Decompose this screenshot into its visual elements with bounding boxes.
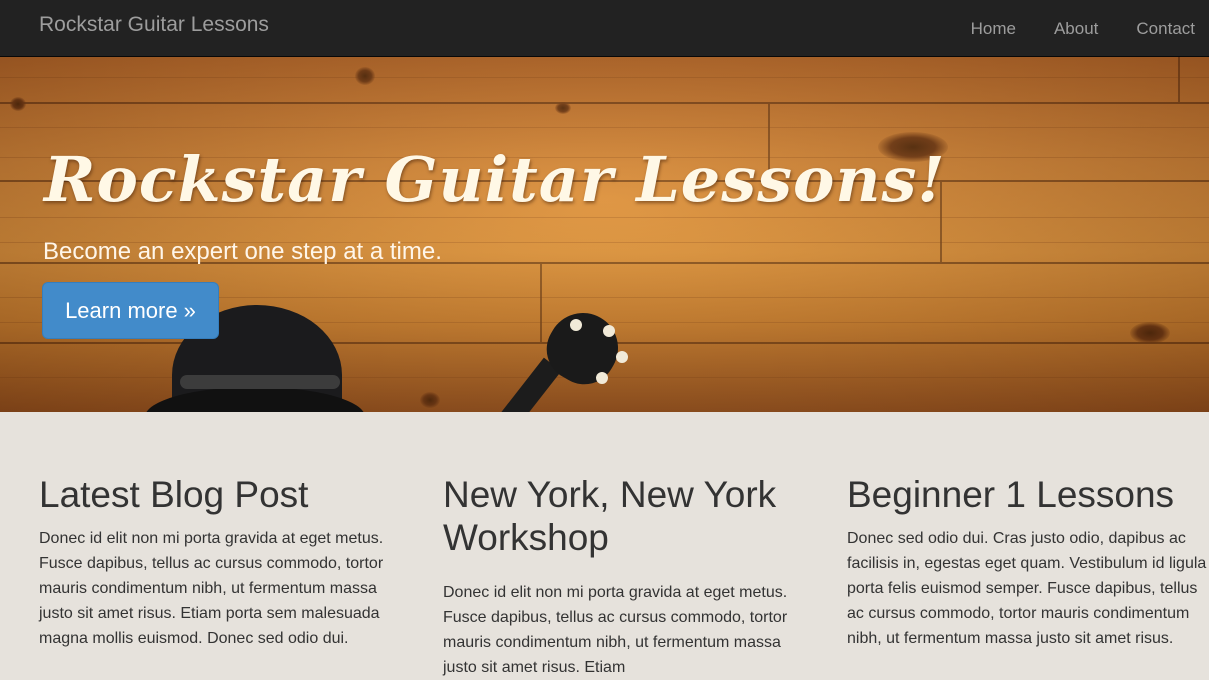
- column-workshop: New York, New York Workshop Donec id eli…: [443, 412, 805, 680]
- column-body: Donec id elit non mi porta gravida at eg…: [39, 530, 384, 647]
- content-columns: Latest Blog Post Donec id elit non mi po…: [0, 412, 1209, 676]
- banjo-peg: [616, 351, 628, 363]
- hero-title: Rockstar Guitar Lessons!: [44, 143, 946, 216]
- cowboy-hat-band: [180, 375, 340, 389]
- column-heading: New York, New York Workshop: [443, 474, 777, 558]
- banjo-peg: [596, 372, 608, 384]
- nav-contact-link[interactable]: Contact: [1136, 19, 1195, 39]
- column-heading: Latest Blog Post: [39, 474, 309, 515]
- learn-more-button[interactable]: Learn more »: [42, 282, 219, 339]
- hero-subtitle: Become an expert one step at a time.: [43, 238, 442, 265]
- column-body: Donec id elit non mi porta gravida at eg…: [443, 584, 788, 676]
- nav-about-link[interactable]: About: [1054, 19, 1098, 39]
- hero-jumbotron: Rockstar Guitar Lessons! Become an exper…: [0, 57, 1209, 412]
- nav-links: Home About Contact: [933, 0, 1195, 57]
- column-lessons: Beginner 1 Lessons Donec sed odio dui. C…: [847, 412, 1209, 651]
- column-heading: Beginner 1 Lessons: [847, 474, 1175, 515]
- column-blog: Latest Blog Post Donec id elit non mi po…: [39, 412, 401, 651]
- top-navbar: Rockstar Guitar Lessons Home About Conta…: [0, 0, 1209, 57]
- nav-home-link[interactable]: Home: [971, 19, 1016, 39]
- column-body: Donec sed odio dui. Cras justo odio, dap…: [847, 530, 1207, 647]
- banjo-peg: [603, 325, 615, 337]
- brand-link[interactable]: Rockstar Guitar Lessons: [39, 13, 269, 37]
- banjo-peg: [570, 319, 582, 331]
